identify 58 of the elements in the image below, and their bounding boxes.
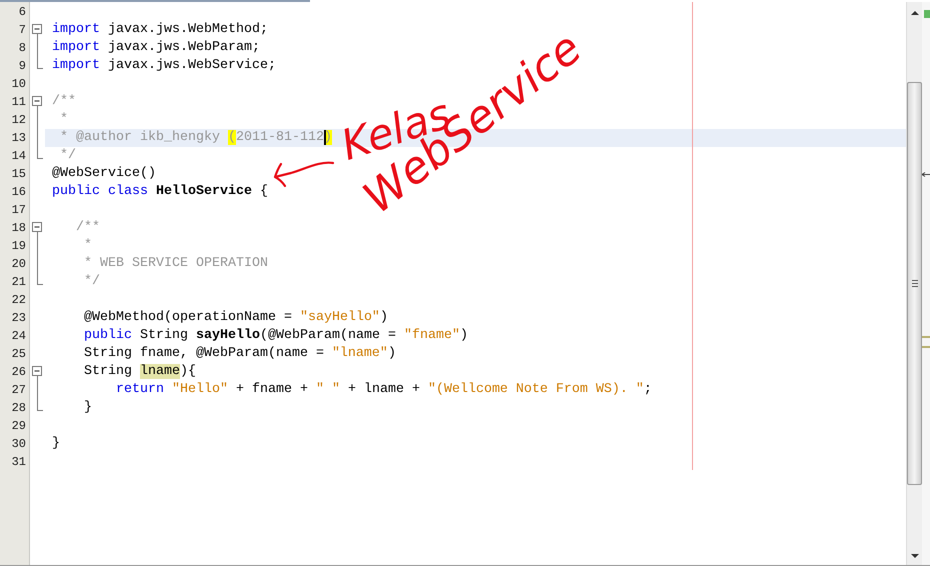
line-number: 28	[12, 401, 26, 415]
caret-position-icon	[922, 172, 930, 177]
line-number: 17	[12, 203, 26, 217]
status-indicator-icon	[924, 10, 930, 18]
scroll-up-icon[interactable]	[910, 10, 920, 16]
line-number: 22	[12, 293, 26, 307]
line-number: 20	[12, 257, 26, 271]
line-number: 11	[12, 95, 26, 109]
code-line: import javax.jws.WebService;	[52, 58, 276, 73]
code-line: public String sayHello(@WebParam(name = "fname")	[82, 328, 468, 343]
line-number: 23	[12, 311, 26, 325]
line-number: 27	[12, 383, 26, 397]
code-line: @WebService()	[52, 166, 156, 181]
line-number: 8	[18, 41, 26, 55]
fold-toggle-icon[interactable]	[32, 24, 42, 34]
line-number: 13	[12, 131, 26, 145]
line-number: 31	[12, 455, 26, 469]
code-line: String lname){	[82, 364, 196, 379]
code-line: return "Hello" + fname + " " + lname + "(Wellcome Note From WS). ";	[114, 382, 652, 397]
code-line: @WebMethod(operationName = "sayHello")	[82, 310, 388, 325]
code-line: import javax.jws.WebParam;	[52, 40, 260, 55]
code-line: /**	[74, 220, 100, 235]
line-number: 7	[18, 23, 26, 37]
line-number: 19	[12, 239, 26, 253]
code-line: *	[58, 112, 68, 127]
code-line: public class HelloService {	[52, 184, 268, 199]
line-number: 25	[12, 347, 26, 361]
code-line: }	[52, 436, 60, 451]
line-number: 15	[12, 167, 26, 181]
line-number: 14	[12, 149, 26, 163]
handwritten-arrow	[273, 160, 335, 188]
code-line: *	[82, 238, 92, 253]
line-number: 26	[12, 365, 26, 379]
line-number: 29	[12, 419, 26, 433]
code-line: * WEB SERVICE OPERATION	[82, 256, 268, 271]
code-line: */	[82, 274, 100, 289]
line-number: 18	[12, 221, 26, 235]
code-line: */	[58, 148, 76, 163]
vertical-scrollbar[interactable]	[906, 2, 922, 565]
code-line: String fname, @WebParam(name = "lname")	[82, 346, 396, 361]
code-line: * @author ikb_hengky (2011-81-112)	[58, 130, 332, 145]
fold-toggle-icon[interactable]	[32, 96, 42, 106]
scrollbar-thumb[interactable]	[907, 82, 922, 485]
fold-toggle-icon[interactable]	[32, 366, 42, 376]
line-number: 21	[12, 275, 26, 289]
grip-icon	[910, 279, 918, 288]
fold-toggle-icon[interactable]	[32, 222, 42, 232]
scroll-down-icon[interactable]	[910, 553, 920, 559]
line-number: 12	[12, 113, 26, 127]
code-line: import javax.jws.WebMethod;	[52, 22, 268, 37]
code-line: }	[82, 400, 92, 415]
line-number: 30	[12, 437, 26, 451]
line-number: 16	[12, 185, 26, 199]
line-number: 9	[18, 59, 26, 73]
line-number: 6	[18, 5, 26, 19]
code-line: /**	[52, 94, 76, 109]
line-number: 10	[12, 77, 26, 91]
line-number: 24	[12, 329, 26, 343]
